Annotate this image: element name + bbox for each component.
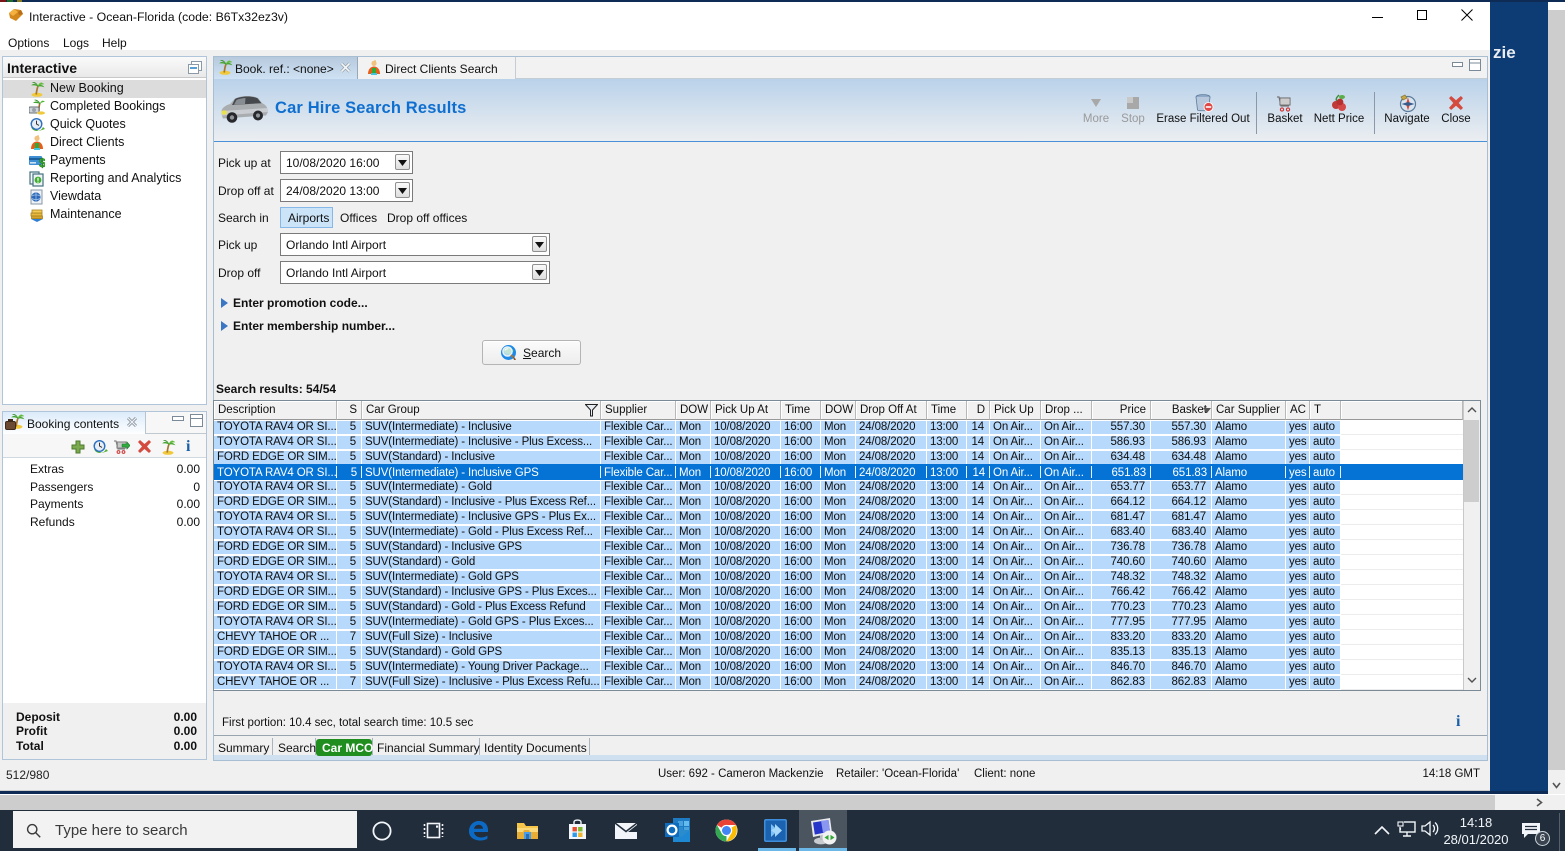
- svg-text:$: $: [39, 156, 45, 169]
